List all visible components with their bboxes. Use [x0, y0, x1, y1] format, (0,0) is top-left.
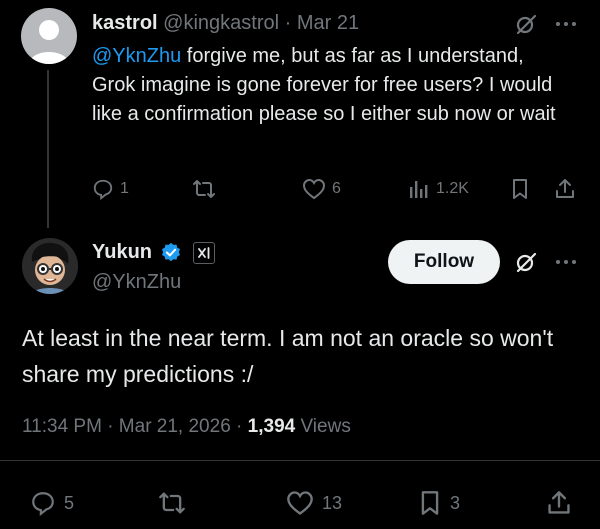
parent-share-button[interactable] — [554, 178, 576, 200]
parent-repost-button[interactable] — [192, 178, 216, 200]
reply-handle[interactable]: @YknZhu — [92, 271, 181, 294]
retweet-icon — [159, 492, 185, 514]
reply-timestamp[interactable]: 11:34 PM · Mar 21, 2026 · — [22, 416, 248, 437]
reply-reply-count: 5 — [64, 492, 75, 513]
retweet-icon — [193, 180, 215, 198]
parent-reply-count: 1 — [120, 180, 129, 197]
verified-badge-icon[interactable] — [160, 242, 182, 264]
parent-avatar[interactable] — [21, 8, 77, 64]
reply-more-icon[interactable] — [554, 250, 578, 274]
reply-repost-button[interactable] — [158, 490, 186, 516]
reply-display-name[interactable]: Yukun — [92, 241, 152, 263]
bookmark-icon — [421, 491, 439, 515]
parent-display-name[interactable]: kastrol — [92, 12, 158, 34]
reply-grok-icon[interactable] — [514, 250, 538, 274]
reply-view-count: 1,394 — [247, 416, 296, 437]
parent-like-button[interactable]: 6 — [302, 178, 341, 200]
reply-views-label: Views — [295, 416, 351, 437]
parent-views-button[interactable]: 1.2K — [408, 178, 469, 200]
parent-reply-button[interactable]: 1 — [92, 178, 129, 200]
like-icon — [287, 491, 313, 515]
bookmark-icon — [513, 179, 527, 199]
parent-handle[interactable]: @kingkastrol — [163, 12, 279, 34]
reply-name-row: Yukun — [92, 241, 216, 264]
reply-tweet-text: At least in the near term. I am not an o… — [22, 325, 554, 387]
reply-meta: 11:34 PM · Mar 21, 2026 · 1,394 Views — [22, 416, 351, 438]
reply-bookmark-count: 3 — [450, 492, 461, 513]
reply-like-count: 13 — [322, 492, 343, 513]
parent-header: kastrol @kingkastrol · Mar 21 — [92, 12, 359, 35]
parent-more-icon[interactable] — [554, 12, 578, 36]
reply-like-button[interactable]: 13 — [286, 490, 342, 516]
parent-bookmark-button[interactable] — [510, 178, 530, 200]
share-icon — [556, 179, 574, 198]
reply-bookmark-button[interactable]: 3 — [418, 490, 460, 516]
mention-link[interactable]: @YknZhu — [92, 45, 181, 67]
views-icon — [410, 181, 428, 198]
thread-line — [47, 70, 49, 228]
follow-button[interactable]: Follow — [388, 240, 500, 284]
share-icon — [548, 491, 570, 514]
parent-grok-icon[interactable] — [514, 12, 538, 36]
divider — [0, 460, 600, 461]
default-avatar-icon — [29, 20, 69, 64]
parent-date[interactable]: Mar 21 — [297, 12, 359, 34]
parent-tweet-text: @YknZhu forgive me, but as far as I unde… — [92, 42, 572, 129]
header-separator: · — [284, 12, 292, 34]
reply-icon — [93, 179, 113, 200]
reply-icon — [32, 492, 54, 516]
reply-reply-button[interactable]: 5 — [30, 490, 74, 516]
cartoon-avatar-icon — [22, 238, 78, 294]
parent-view-count: 1.2K — [436, 180, 469, 197]
like-icon — [302, 178, 326, 200]
parent-like-count: 6 — [332, 180, 341, 197]
xai-affiliate-icon[interactable] — [193, 241, 216, 264]
reply-share-button[interactable] — [546, 490, 572, 516]
reply-avatar[interactable] — [22, 238, 78, 294]
